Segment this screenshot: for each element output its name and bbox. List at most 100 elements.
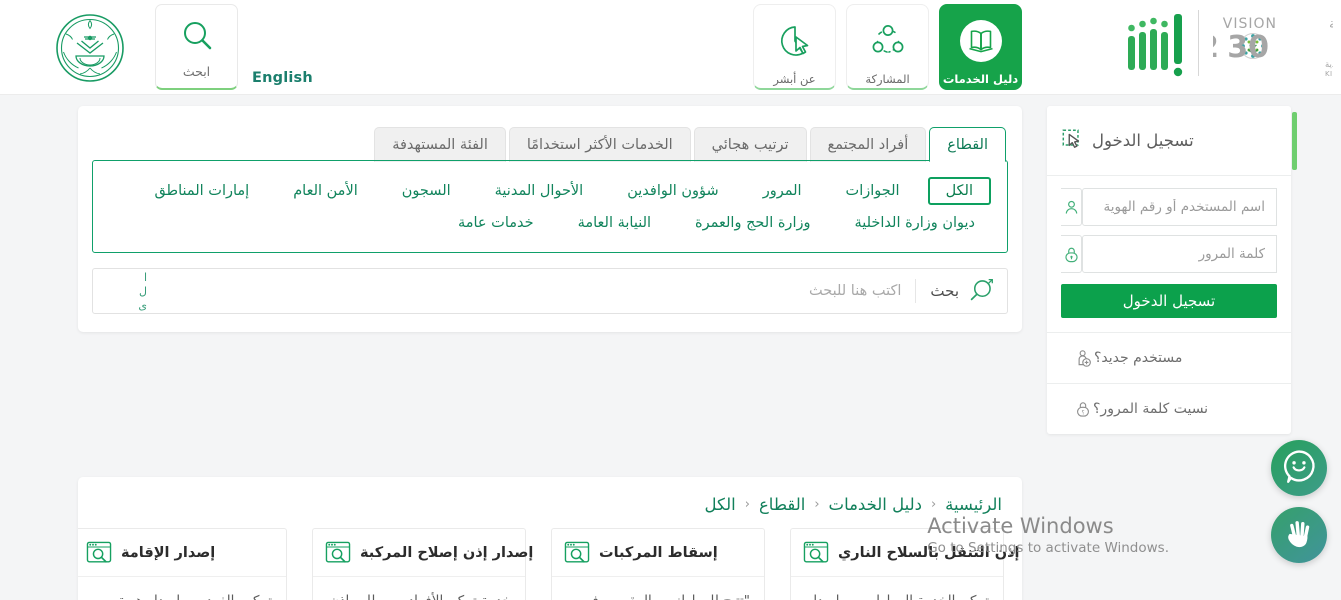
absher-services-directory-page: ابحث English دليل الخدمات المشاركة عن أب… [0,0,1341,600]
service-card-body: تمكين الفرد من إصدار هوية مقيم (إقامة لأ… [78,577,286,600]
service-card-description: تمكن الخدمة المواطن من إصدار إذن إلكترون… [805,590,989,600]
chat-assistant-button[interactable] [1271,440,1327,496]
service-window-search-icon [564,541,590,565]
forgot-password-label: نسيت كلمة المرور؟ [1093,401,1209,417]
search-button-label: بحث [930,282,959,300]
chip-expat-affairs[interactable]: شؤون الوافدين [611,177,734,205]
nav-button-about-absher[interactable]: عن أبشر [753,4,836,90]
service-card[interactable]: إصدار الإقامة تمكين الفرد [78,528,287,600]
nav-button-services-directory[interactable]: دليل الخدمات [939,4,1022,90]
book-icon [958,18,1004,64]
chip-traffic[interactable]: المرور [747,177,818,205]
login-submit-button[interactable]: تسجيل الدخول [1061,284,1277,318]
svg-text:رؤيــة: رؤيــة [1329,16,1333,32]
service-card-description: خدمة تمكن الأفراد من طلب إذن إصلاح المرك… [327,590,511,600]
ministry-of-interior-emblem [54,12,126,84]
search-magnifier-icon [968,276,995,307]
service-card-body: "تتيح للمواطنين والمقيمين في مختلف مناطق… [552,577,764,600]
chip-general-services[interactable]: خدمات عامة [442,209,550,237]
breadcrumb-item-all: الكل [704,495,736,514]
user-icon [1061,188,1082,226]
vision-2030-logo: VISION رؤيــة 2 [1198,7,1341,79]
service-card-header: إصدار الإقامة [78,529,286,577]
new-user-label: مستخدم جديد؟ [1094,350,1183,366]
chip-civil-affairs[interactable]: الأحوال المدنية [479,177,600,205]
tab-community-individuals[interactable]: أفراد المجتمع [809,127,927,162]
breadcrumb-separator: ‹ [814,497,820,512]
service-window-search-icon [803,541,829,565]
login-panel-header: تسجيل الدخول [1047,106,1297,176]
service-card-header: إسقاط المركبات [552,529,764,577]
service-card-header: إصدار إذن إصلاح المركبة [313,529,533,577]
service-card[interactable]: إسقاط المركبات "تتيح للمو [551,528,765,600]
service-filter-panel: القطاع أفراد المجتمع ترتيب هجائي الخدمات… [78,106,1022,332]
chip-public-prosecution[interactable]: النيابة العامة [562,209,667,237]
chip-all[interactable]: الكل [927,177,991,205]
chip-moi-diwan[interactable]: ديوان وزارة الداخلية [838,209,991,237]
brand-divider [1198,10,1199,76]
username-field-group [1061,188,1277,226]
nav-button-participation[interactable]: المشاركة [846,4,929,90]
search-submit-button[interactable]: بحث [916,269,1007,313]
svg-text:2: 2 [1213,30,1219,65]
cursor-pie-icon [772,18,818,64]
login-sidebar: تسجيل الدخول اسم المستخدم أو رقم الهوية … [1047,106,1297,434]
service-search-bar: بحث الى [92,268,1008,314]
lock-icon [1061,235,1082,273]
chip-public-security[interactable]: الأمن العام [277,177,374,205]
service-card[interactable]: إذن التنقل بالسلاح الناري [790,528,1020,600]
chip-regional-emirates[interactable]: إمارات المناطق [138,177,265,205]
breadcrumb-item-home[interactable]: الرئيسية [945,495,1002,514]
results-panel: الرئيسية ‹ دليل الخدمات ‹ القطاع ‹ الكل … [78,477,1022,600]
tab-most-used-services[interactable]: الخدمات الأكثر استخدامًا [508,127,691,162]
service-card-header: إذن التنقل بالسلاح الناري [791,529,1020,577]
tab-sector[interactable]: القطاع [929,127,1006,162]
share-network-icon [865,18,911,64]
cursor-select-icon [1061,128,1083,154]
absher-logo [1126,6,1188,80]
service-card-list: إذن التنقل بالسلاح الناري إسقاط المركبات… [78,514,1022,600]
breadcrumb-separator: ‹ [744,497,750,512]
lock-question-icon: ؟ [1073,399,1093,419]
language-switch-link[interactable]: English [252,70,313,86]
tab-alphabetical[interactable]: ترتيب هجائي [693,127,807,162]
login-panel-title: تسجيل الدخول [1092,131,1194,150]
header-search-label: ابحث [182,63,211,79]
chip-prisons[interactable]: السجون [386,177,467,205]
new-user-link[interactable]: مستخدم جديد؟ [1047,332,1291,383]
service-card[interactable]: إصدار إذن إصلاح المركبة خ [312,528,533,600]
service-card-body: تمكن الخدمة المواطن من إصدار إذن إلكترون… [791,577,1003,600]
sign-language-button[interactable] [1271,507,1327,563]
breadcrumb-separator: ‹ [930,497,937,512]
service-card-body: خدمة تمكن الأفراد من طلب إذن إصلاح المرك… [313,577,525,600]
sector-chip-group: الكل الجوازات المرور شؤون الوافدين الأحو… [92,160,1008,253]
breadcrumb-item-sector[interactable]: القطاع [759,495,805,514]
chip-hajj-umrah[interactable]: وزارة الحج والعمرة [679,209,826,237]
chip-passports[interactable]: الجوازات [830,177,916,205]
svg-text:KINGDOM OF SAUDI ARABIA: KINGDOM OF SAUDI ARABIA [1325,70,1333,78]
service-card-description: "تتيح للمواطنين والمقيمين في مختلف مناطق… [566,590,750,600]
nav-label-about-absher: عن أبشر [773,72,816,86]
tab-target-category[interactable]: الفئة المستهدفة [374,127,506,162]
password-input[interactable] [1082,235,1277,273]
breadcrumb: الرئيسية ‹ دليل الخدمات ‹ القطاع ‹ الكل [78,477,1022,514]
username-input[interactable] [1082,188,1277,226]
service-window-search-icon [86,541,112,565]
service-card-title: إذن التنقل بالسلاح الناري [838,544,1020,561]
search-divider [915,279,917,303]
search-icon [180,19,214,53]
header-search-button[interactable]: ابحث [155,4,238,90]
user-add-icon [1073,348,1094,369]
header-nav-buttons: دليل الخدمات المشاركة عن أبشر [753,4,1022,90]
forgot-password-link[interactable]: نسيت كلمة المرور؟ ؟ [1047,383,1291,434]
breadcrumb-item-services-directory[interactable]: دليل الخدمات [829,495,922,514]
hand-sign-language-icon [1282,516,1316,554]
password-field-group [1061,235,1277,273]
filter-tabs: القطاع أفراد المجتمع ترتيب هجائي الخدمات… [78,106,1022,162]
service-card-title: إسقاط المركبات [599,544,718,561]
nav-label-services-directory: دليل الخدمات [942,72,1019,86]
service-card-description: تمكين الفرد من إصدار هوية مقيم (إقامة لأ… [88,590,272,600]
smiley-chat-icon [1281,448,1317,488]
service-search-input[interactable] [93,269,916,313]
service-card-title: إصدار الإقامة [121,544,216,561]
